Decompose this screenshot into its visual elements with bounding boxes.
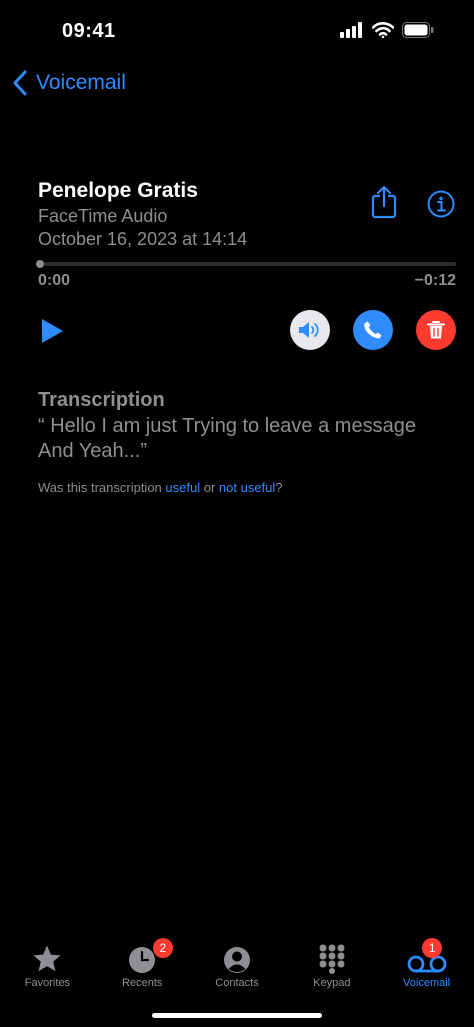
call-back-button[interactable] xyxy=(353,310,393,350)
clock-icon xyxy=(129,947,156,973)
tab-contacts[interactable]: Contacts xyxy=(190,938,285,998)
tab-favorites-label: Favorites xyxy=(24,977,71,989)
tab-keypad[interactable]: Keypad xyxy=(284,938,379,998)
trash-icon xyxy=(427,321,445,339)
share-icon xyxy=(371,185,397,219)
tab-keypad-label: Keypad xyxy=(313,977,351,989)
tab-contacts-label: Contacts xyxy=(215,977,259,989)
cellular-signal-icon xyxy=(340,22,362,38)
remaining-time: −0:12 xyxy=(414,272,456,289)
speaker-button[interactable] xyxy=(290,310,330,350)
phone-icon xyxy=(364,321,382,339)
tab-recents-label: Recents xyxy=(122,977,163,989)
transcription-feedback: Was this transcription useful or not use… xyxy=(38,480,283,495)
voicemail-date: October 16, 2023 at 14:14 xyxy=(38,229,248,249)
info-button[interactable] xyxy=(426,189,456,219)
status-bar: 09:41 xyxy=(0,0,474,64)
status-time: 09:41 xyxy=(62,20,116,42)
not-useful-link[interactable]: not useful xyxy=(219,480,275,495)
useful-link[interactable]: useful xyxy=(165,480,200,495)
star-icon xyxy=(33,945,61,972)
chevron-left-icon xyxy=(13,70,27,96)
back-label: Voicemail xyxy=(36,71,126,94)
home-indicator[interactable] xyxy=(152,1013,322,1018)
tab-bar: Favorites 2 Recents Contacts Keypad 1 Vo… xyxy=(0,938,474,998)
transcription-section: Transcription “ Hello I am just Trying t… xyxy=(38,388,448,464)
person-circle-icon xyxy=(223,947,250,973)
caller-name: Penelope Gratis xyxy=(38,179,198,202)
info-icon xyxy=(427,190,455,218)
keypad-icon xyxy=(319,944,345,974)
speaker-icon xyxy=(299,322,319,338)
voicemail-icon xyxy=(407,955,446,973)
elapsed-time: 0:00 xyxy=(38,272,71,289)
feedback-suffix: ? xyxy=(275,480,283,495)
playback-scrubber[interactable] xyxy=(36,260,456,268)
tab-favorites[interactable]: Favorites xyxy=(0,938,95,998)
back-button[interactable]: Voicemail xyxy=(12,66,126,100)
tab-recents[interactable]: 2 Recents xyxy=(95,938,190,998)
feedback-or: or xyxy=(200,480,219,495)
recents-badge: 2 xyxy=(152,938,173,958)
tab-voicemail-label: Voicemail xyxy=(403,977,451,989)
delete-button[interactable] xyxy=(416,310,456,350)
voicemail-header: Penelope Gratis FaceTime Audio October 1… xyxy=(38,178,247,250)
playback-scrubber-knob[interactable] xyxy=(36,260,44,268)
transcription-text: “ Hello I am just Trying to leave a mess… xyxy=(38,415,416,462)
play-icon xyxy=(42,319,63,343)
transcription-heading: Transcription xyxy=(38,389,165,411)
call-type: FaceTime Audio xyxy=(38,206,168,226)
share-button[interactable] xyxy=(368,184,400,220)
status-icons xyxy=(340,22,434,38)
feedback-prefix: Was this transcription xyxy=(38,480,166,495)
wifi-icon xyxy=(372,22,394,38)
play-button[interactable] xyxy=(38,316,66,346)
battery-icon xyxy=(402,22,434,38)
tab-voicemail[interactable]: 1 Voicemail xyxy=(379,938,474,998)
